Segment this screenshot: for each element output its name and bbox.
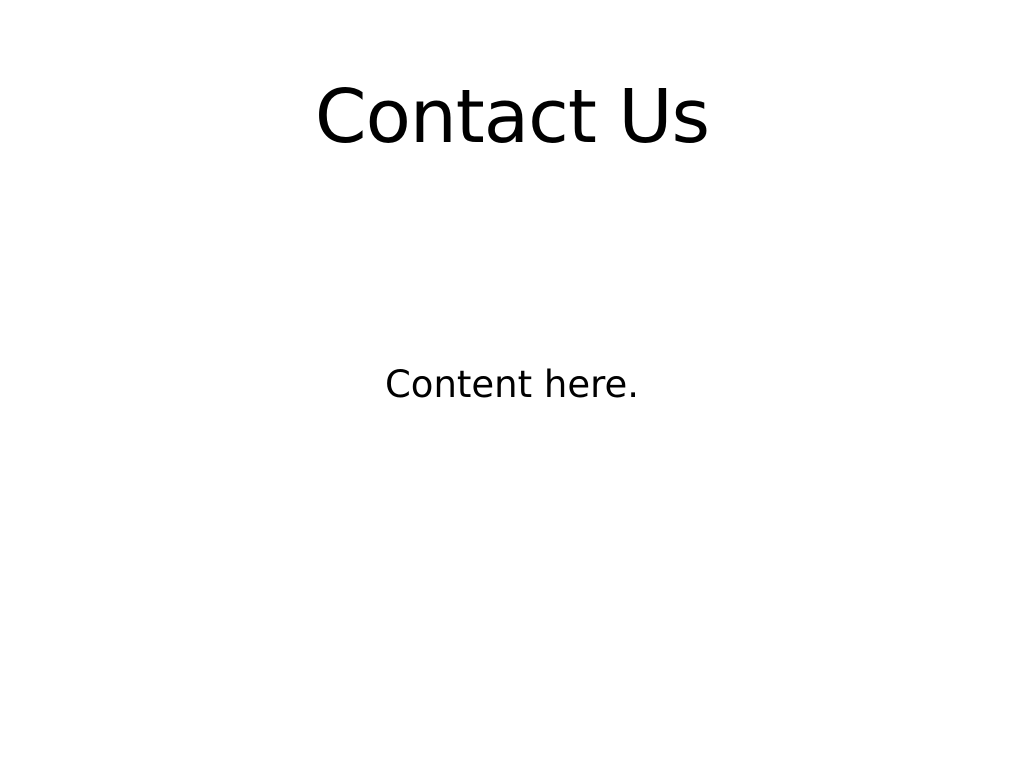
page-content: Content here. xyxy=(384,363,640,406)
contact-page: Contact Us Content here. xyxy=(0,0,1024,768)
page-title: Contact Us xyxy=(314,74,710,160)
